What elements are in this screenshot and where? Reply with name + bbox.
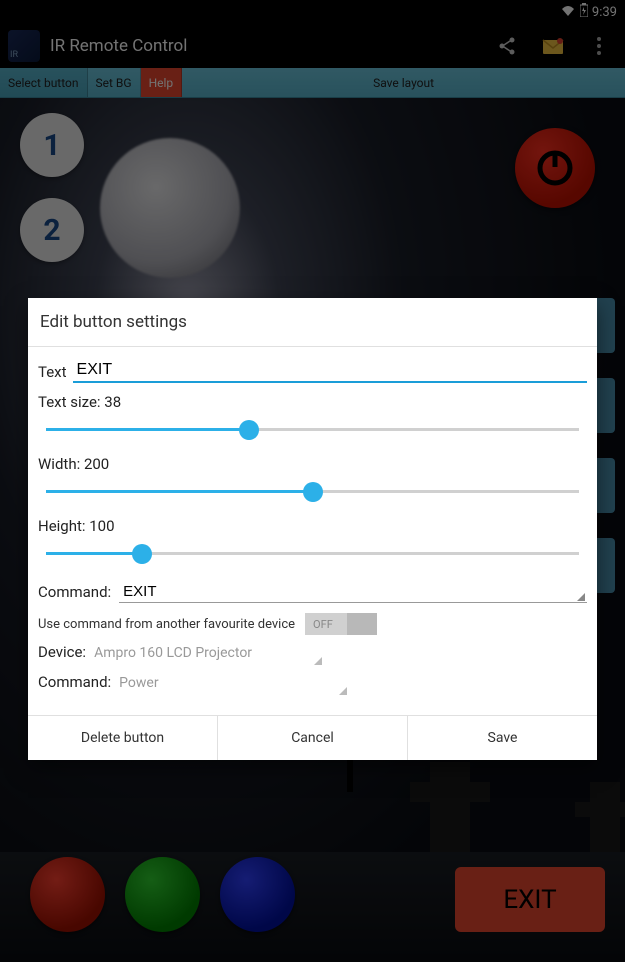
device-label: Device: [38,643,86,663]
text-size-slider[interactable] [46,415,579,445]
favourite-device-toggle[interactable]: OFF [305,613,377,635]
favourite-device-label: Use command from another favourite devic… [38,617,295,632]
delete-button[interactable]: Delete button [28,716,218,760]
command2-label: Command: [38,673,111,693]
device-dropdown[interactable]: Ampro 160 LCD Projector [94,641,324,665]
edit-button-dialog: Edit button settings Text Text size: 38 … [28,298,597,760]
width-slider[interactable] [46,477,579,507]
text-input[interactable] [73,359,587,383]
height-slider[interactable] [46,539,579,569]
text-size-label: Text size: 38 [38,393,587,411]
text-label: Text [38,363,67,383]
command-label: Command: [38,583,111,603]
cancel-button[interactable]: Cancel [218,716,408,760]
save-button[interactable]: Save [408,716,597,760]
command-input[interactable] [119,581,587,603]
dialog-title: Edit button settings [28,298,597,347]
command2-dropdown[interactable]: Power [119,671,349,695]
height-label: Height: 100 [38,517,587,535]
width-label: Width: 200 [38,455,587,473]
